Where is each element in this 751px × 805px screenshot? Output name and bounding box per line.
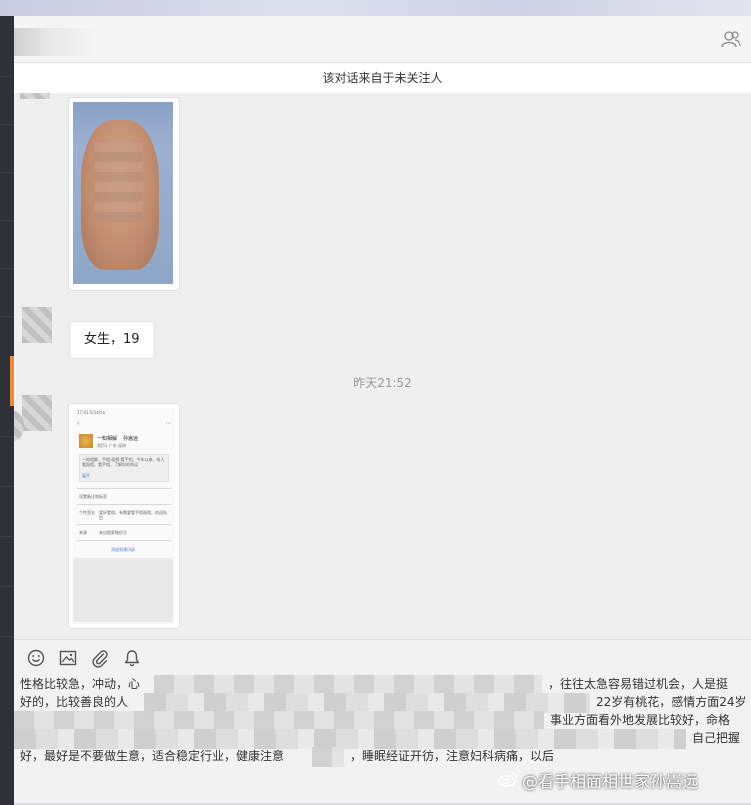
profile-bio-link: 展开 (82, 473, 90, 478)
redacted-text-2 (144, 693, 590, 713)
message-list[interactable]: 女生，19 昨天21:52 17:01 5/14/5n ‹ ⋯ 一知相解 孙嵩远… (14, 93, 751, 639)
weibo-logo-icon (498, 772, 517, 787)
input-line-3-end: 事业方面看外地发展比较好，命格 (550, 713, 731, 727)
message-timestamp: 昨天21:52 (353, 376, 412, 390)
profile-row-remark: 设置备注和标签 (79, 494, 107, 499)
phone-status: 17:01 5/14/5n (77, 410, 106, 415)
profile-name-2: 孙嵩远 (123, 436, 139, 442)
image-icon[interactable] (58, 648, 78, 668)
back-arrow-icon: ‹ (77, 420, 80, 427)
watermark-text: @看手相面相世家孙嵩远 (522, 772, 699, 791)
text-message-bubble[interactable]: 女生，19 (69, 321, 155, 359)
person-icon[interactable] (721, 30, 741, 48)
more-icon: ⋯ (165, 420, 171, 427)
chat-header (14, 16, 751, 62)
redacted-text-5 (312, 747, 344, 767)
profile-row-signature-value: 爱好看相，有需要看手相面相，欢迎私信 (99, 510, 167, 520)
unfollowed-notice: 该对话来自于未关注人 (14, 62, 751, 94)
profile-bio-box: 一知相解，手相·面相·看手相，今年以来，给人看面相，看手相，了解你的命运 展开 (79, 454, 169, 482)
attachment-icon[interactable] (90, 648, 110, 668)
redacted-text-1 (154, 675, 542, 695)
sender-avatar[interactable] (22, 395, 52, 431)
emoji-icon[interactable] (26, 648, 46, 668)
profile-row-source-value: 来自搜索微信号 (99, 530, 127, 535)
redacted-text-3 (14, 711, 544, 731)
profile-screenshot: 17:01 5/14/5n ‹ ⋯ 一知相解 孙嵩远 男|51 广东·深圳 一知… (73, 408, 175, 624)
sender-avatar[interactable] (22, 307, 52, 343)
add-contact-button: 添加到通讯录 (111, 547, 135, 552)
bell-icon[interactable] (122, 648, 142, 668)
profile-row-source-label: 来源 (79, 530, 87, 535)
profile-sub: 男|51 广东·深圳 (97, 443, 126, 448)
window-top-band (0, 0, 751, 16)
input-line-5-start: 好，最好是不要做生意，适合稳定行业，健康注意 (20, 749, 285, 763)
input-line-1-start: 性格比较急，冲动，心 (20, 677, 141, 691)
profile-bottom-area (73, 558, 173, 622)
chat-window: 该对话来自于未关注人 女生，19 昨天21:52 17:01 5/14/5n ‹… (14, 16, 751, 803)
app-sidebar (0, 16, 14, 805)
input-line-4-end: 自己把握 (692, 731, 741, 745)
image-message-screenshot[interactable]: 17:01 5/14/5n ‹ ⋯ 一知相解 孙嵩远 男|51 广东·深圳 一知… (68, 403, 180, 629)
profile-bio: 一知相解，手相·面相·看手相，今年以来，给人看面相，看手相，了解你的命运 (82, 457, 165, 467)
input-line-5-end: ，睡眠经证开彷，注意妇科病痛，以后 (350, 749, 555, 763)
palm-photo (73, 102, 173, 284)
redacted-text-4 (14, 729, 686, 749)
contact-name-redacted (14, 28, 98, 56)
input-line-2-start: 好的，比较善良的人 (20, 695, 129, 709)
profile-row-signature-label: 个性签名 (79, 510, 95, 515)
input-line-1-end: ，往往太急容易错过机会，人是挺 (548, 677, 729, 691)
input-line-2-end: 22岁有桃花，感情方面24岁 (596, 695, 747, 709)
profile-avatar (79, 434, 93, 448)
profile-name: 一知相解 (97, 436, 118, 442)
sender-avatar[interactable] (20, 93, 50, 99)
image-message-palm[interactable] (68, 97, 180, 291)
